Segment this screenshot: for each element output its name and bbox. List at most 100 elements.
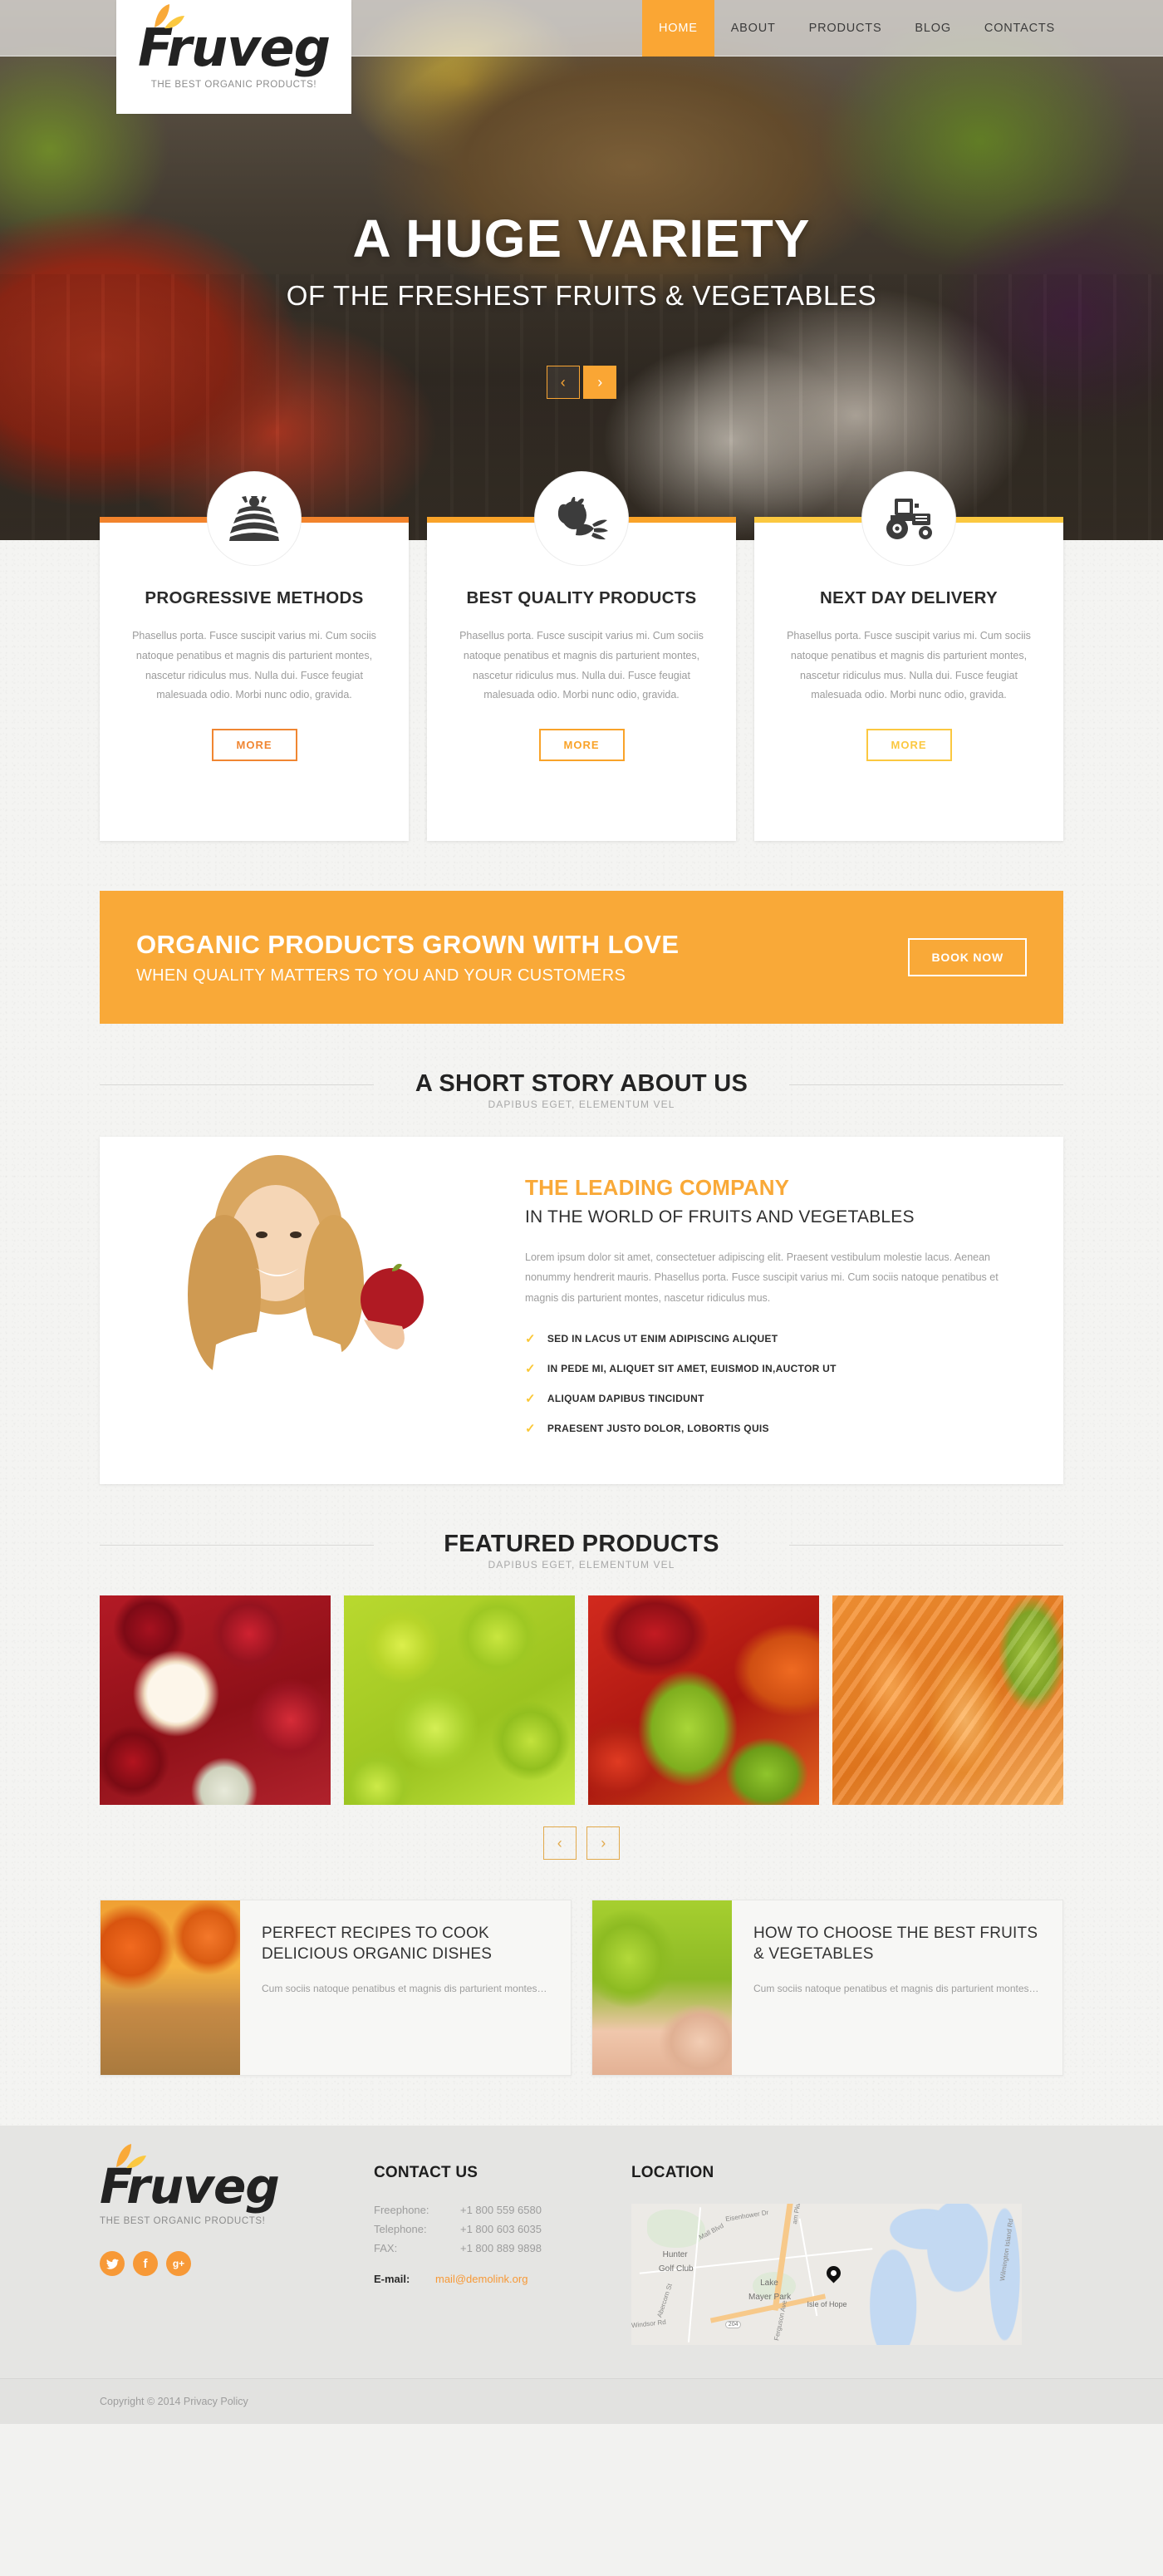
vegetables-icon: [557, 497, 608, 540]
logo[interactable]: Fruveg THE BEST ORGANIC PRODUCTS!: [116, 0, 351, 114]
map-label: am Pkwy: [791, 2204, 803, 2225]
hero-prev-button[interactable]: ‹: [546, 366, 580, 399]
logo-tagline: THE BEST ORGANIC PRODUCTS!: [150, 79, 317, 90]
contact-label: Telephone:: [374, 2223, 427, 2236]
product-thumbnail-bell-peppers[interactable]: [588, 1595, 819, 1806]
footer-contact-column: CONTACT US Freephone: +1 800 559 6580 Te…: [374, 2164, 631, 2345]
about-paragraph: Lorem ipsum dolor sit amet, consectetuer…: [525, 1251, 999, 1304]
blog-image-orange-juice: [101, 1900, 240, 2076]
contact-value: +1 800 603 6035: [460, 2223, 542, 2236]
blog-title: PERFECT RECIPES TO COOK DELICIOUS ORGANI…: [262, 1925, 493, 1963]
email-label: E-mail:: [374, 2273, 410, 2286]
nav-item-home[interactable]: HOME: [642, 0, 714, 57]
feature-card-title: BEST QUALITY PRODUCTS: [466, 588, 697, 607]
contact-row: FAX: +1 800 889 9898: [374, 2242, 631, 2254]
route-shield: 204: [724, 2321, 742, 2329]
book-now-button[interactable]: BOOK NOW: [908, 938, 1027, 976]
map-label: Lake: [760, 2279, 778, 2288]
google-plus-icon[interactable]: g+: [166, 2251, 191, 2277]
footer-location-column: LOCATION Eisenhower Dr Mall Blvd Hunter …: [631, 2164, 1063, 2346]
nav-item-products[interactable]: PRODUCTS: [793, 0, 899, 57]
feature-card-text: Phasellus porta. Fusce suscipit varius m…: [459, 630, 704, 701]
products-prev-button[interactable]: ‹: [542, 1826, 577, 1861]
twitter-icon[interactable]: [100, 2251, 125, 2277]
feature-more-button[interactable]: MORE: [538, 729, 625, 761]
blog-excerpt: Cum sociis natoque penatibus et magnis d…: [753, 1982, 1039, 1994]
twitter-bird-icon: [106, 2259, 119, 2269]
main-navigation[interactable]: HOME ABOUT PRODUCTS BLOG CONTACTS: [642, 0, 1072, 57]
feature-more-button[interactable]: MORE: [211, 729, 297, 761]
products-carousel-controls[interactable]: ‹ ›: [100, 1826, 1063, 1861]
feature-card-text: Phasellus porta. Fusce suscipit varius m…: [787, 630, 1031, 701]
products-section-header: FEATURED PRODUCTS DAPIBUS EGET, ELEMENTU…: [100, 1484, 1063, 1571]
about-subtitle: IN THE WORLD OF FRUITS AND VEGETABLES: [525, 1207, 915, 1227]
blog-card[interactable]: HOW TO CHOOSE THE BEST FRUITS & VEGETABL…: [591, 1900, 1063, 2077]
product-thumbnail-carrots[interactable]: [832, 1595, 1063, 1806]
location-map[interactable]: Eisenhower Dr Mall Blvd Hunter Golf Club…: [631, 2204, 1022, 2346]
product-thumbnail-red-apples[interactable]: [100, 1595, 331, 1806]
cta-subtitle: WHEN QUALITY MATTERS TO YOU AND YOUR CUS…: [136, 966, 626, 985]
social-links[interactable]: f g+: [100, 2251, 374, 2277]
contact-label: FAX:: [374, 2242, 398, 2255]
features-section: PROGRESSIVE METHODS Phasellus porta. Fus…: [0, 471, 1163, 891]
field-rows-icon: [229, 496, 279, 541]
bullet-text: ALIQUAM DAPIBUS TINCIDUNT: [547, 1393, 704, 1405]
feature-card: BEST QUALITY PRODUCTS Phasellus porta. F…: [427, 471, 736, 841]
feature-card: NEXT DAY DELIVERY Phasellus porta. Fusce…: [754, 471, 1063, 841]
copyright-text[interactable]: Copyright © 2014 Privacy Policy: [100, 2396, 1063, 2407]
check-icon: ✓: [525, 1362, 536, 1377]
blog-section: PERFECT RECIPES TO COOK DELICIOUS ORGANI…: [100, 1900, 1063, 2077]
footer-logo[interactable]: Fruveg THE BEST ORGANIC PRODUCTS!: [100, 2144, 374, 2227]
feature-card-text: Phasellus porta. Fusce suscipit varius m…: [132, 630, 376, 701]
contact-label: Freephone:: [374, 2204, 429, 2217]
bullet-text: SED IN LACUS UT ENIM ADIPISCING ALIQUET: [547, 1333, 778, 1345]
blog-card[interactable]: PERFECT RECIPES TO COOK DELICIOUS ORGANI…: [100, 1900, 572, 2077]
site-footer: Fruveg THE BEST ORGANIC PRODUCTS! f g+ C…: [0, 2126, 1163, 2379]
hero-next-button[interactable]: ›: [583, 366, 617, 399]
nav-item-blog[interactable]: BLOG: [898, 0, 968, 57]
map-label: Hunter: [662, 2250, 688, 2260]
leaf-icon: [154, 4, 184, 29]
hero-section: Fruveg THE BEST ORGANIC PRODUCTS! HOME A…: [0, 0, 1163, 540]
tractor-icon: [886, 499, 932, 539]
footer-logo-tagline: THE BEST ORGANIC PRODUCTS!: [100, 2216, 266, 2227]
cta-text: ORGANIC PRODUCTS GROWN WITH LOVE WHEN QU…: [136, 929, 679, 986]
blog-title: HOW TO CHOOSE THE BEST FRUITS & VEGETABL…: [753, 1925, 1038, 1963]
about-section: A SHORT STORY ABOUT US DAPIBUS EGET, ELE…: [0, 1024, 1163, 1485]
contact-row: Telephone: +1 800 603 6035: [374, 2223, 631, 2235]
hero-carousel-controls[interactable]: ‹ ›: [0, 366, 1163, 399]
feature-card-title: PROGRESSIVE METHODS: [145, 588, 364, 607]
products-next-button[interactable]: ›: [586, 1826, 621, 1861]
cta-banner: ORGANIC PRODUCTS GROWN WITH LOVE WHEN QU…: [100, 891, 1063, 1024]
products-grid: [100, 1595, 1063, 1806]
blog-body: HOW TO CHOOSE THE BEST FRUITS & VEGETABL…: [732, 1900, 1062, 2075]
email-link[interactable]: mail@demolink.org: [435, 2273, 528, 2285]
contact-row: Freephone: +1 800 559 6580: [374, 2204, 631, 2216]
hero-subtitle: OF THE FRESHEST FRUITS & VEGETABLES: [286, 280, 877, 311]
email-row: E-mail: mail@demolink.org: [374, 2273, 631, 2285]
contact-value: +1 800 559 6580: [460, 2204, 542, 2217]
about-heading: A SHORT STORY ABOUT US: [415, 1070, 748, 1097]
feature-more-button[interactable]: MORE: [866, 729, 952, 761]
map-label: Windsor Rd: [631, 2318, 667, 2329]
about-body: THE LEADING COMPANY IN THE WORLD OF FRUI…: [490, 1137, 1063, 1484]
list-item: ✓ SED IN LACUS UT ENIM ADIPISCING ALIQUE…: [525, 1331, 1025, 1346]
contact-value: +1 800 889 9898: [460, 2242, 542, 2255]
page-root: Fruveg THE BEST ORGANIC PRODUCTS! HOME A…: [0, 0, 1163, 2425]
list-item: ✓ PRAESENT JUSTO DOLOR, LOBORTIS QUIS: [525, 1421, 1025, 1436]
nav-item-contacts[interactable]: CONTACTS: [968, 0, 1072, 57]
nav-item-about[interactable]: ABOUT: [714, 0, 793, 57]
feature-card: PROGRESSIVE METHODS Phasellus porta. Fus…: [100, 471, 409, 841]
facebook-icon[interactable]: f: [133, 2251, 158, 2277]
list-item: ✓ IN PEDE MI, ALIQUET SIT AMET, EUISMOD …: [525, 1361, 1025, 1376]
products-heading: FEATURED PRODUCTS: [444, 1531, 719, 1558]
featured-products-section: FEATURED PRODUCTS DAPIBUS EGET, ELEMENTU…: [0, 1484, 1163, 1861]
blog-excerpt: Cum sociis natoque penatibus et magnis d…: [262, 1982, 547, 1994]
contact-heading: CONTACT US: [374, 2164, 478, 2182]
list-item: ✓ ALIQUAM DAPIBUS TINCIDUNT: [525, 1391, 1025, 1406]
location-heading: LOCATION: [631, 2164, 714, 2182]
cta-title: ORGANIC PRODUCTS GROWN WITH LOVE: [136, 930, 680, 960]
blog-body: PERFECT RECIPES TO COOK DELICIOUS ORGANI…: [240, 1900, 571, 2075]
product-thumbnail-green-apples[interactable]: [344, 1595, 575, 1806]
check-icon: ✓: [525, 1392, 536, 1407]
